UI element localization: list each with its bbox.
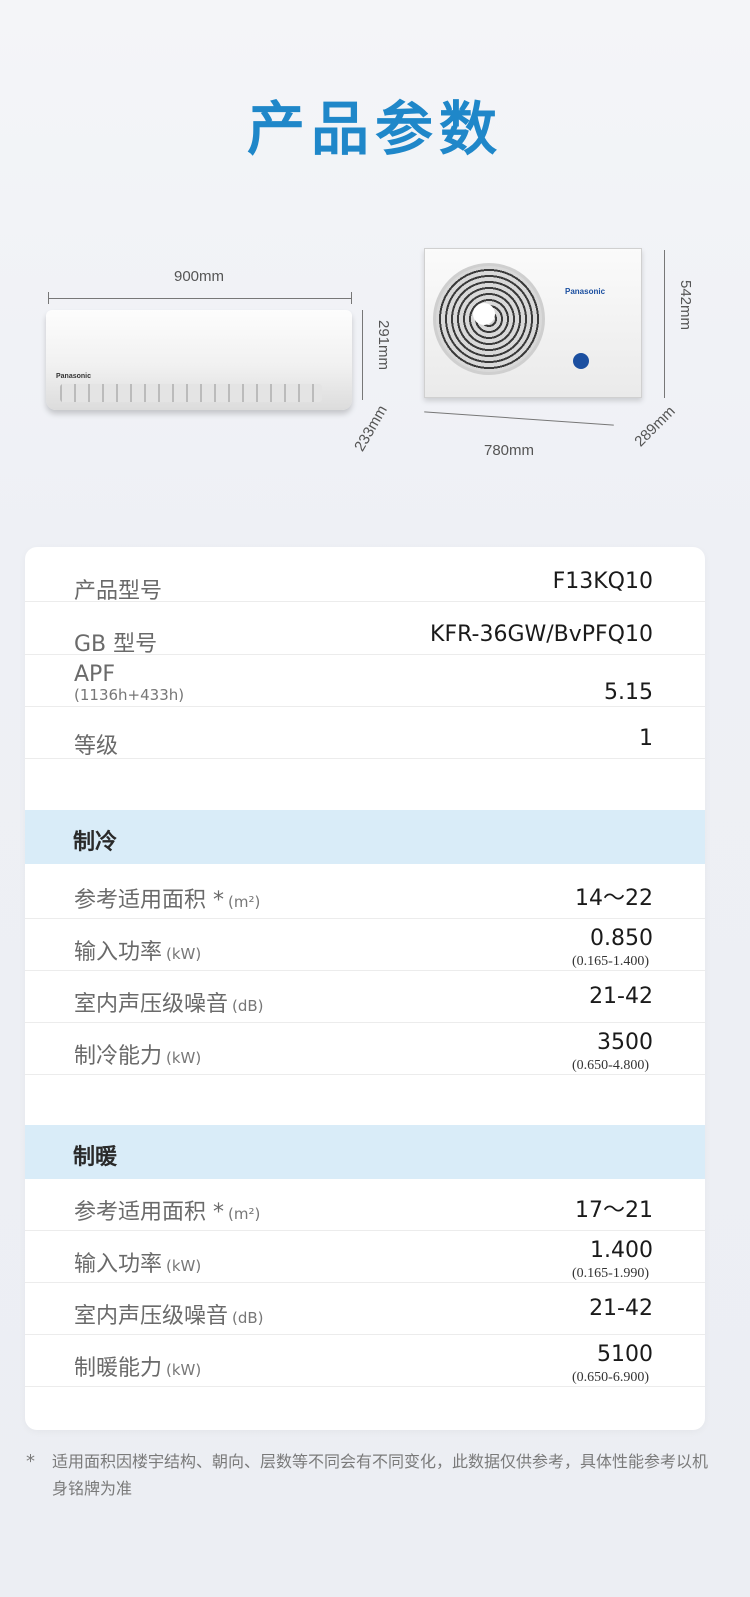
product-dimension-illustration: 900mm 291mm 233mm Panasonic Panasonic 54… <box>0 240 750 470</box>
outdoor-width-line <box>424 411 614 426</box>
dim-tick <box>351 292 352 304</box>
heating-spec-row: 参考适用面积 * (m²) 17～21 <box>25 1178 705 1231</box>
spec-row-apf: APF (1136h+433h) 5.15 <box>25 660 705 710</box>
spec-label-text: 制冷能力 <box>74 1044 163 1069</box>
spec-label: 等级 <box>74 734 119 759</box>
brand-emblem <box>573 353 589 369</box>
spec-value: KFR-36GW/BvPFQ10 <box>430 622 653 647</box>
spec-value: F13KQ10 <box>552 569 653 594</box>
brand-logo: Panasonic <box>56 373 92 380</box>
spec-label-text: 参考适用面积 * <box>74 888 224 913</box>
section-header-cooling: 制冷 <box>25 810 705 864</box>
heating-spec-row: 室内声压级噪音 (dB) 21-42 <box>25 1282 705 1335</box>
outdoor-unit-image: Panasonic <box>424 248 642 398</box>
divider <box>25 1386 705 1387</box>
spec-label: 制冷能力 (kW) <box>74 1038 201 1070</box>
spec-unit: (m²) <box>228 1205 261 1223</box>
spec-label-text: 室内声压级噪音 <box>74 1304 229 1329</box>
outdoor-height-line <box>664 250 665 398</box>
spec-label-text: 输入功率 <box>74 1252 163 1277</box>
spec-value: 1 <box>639 726 653 751</box>
heating-spec-row: 输入功率 (kW) 1.400 (0.165-1.990) <box>25 1230 705 1283</box>
spec-value: 5100 <box>597 1342 653 1367</box>
spec-label: 室内声压级噪音 (dB) <box>74 986 264 1018</box>
cooling-spec-row: 室内声压级噪音 (dB) 21-42 <box>25 970 705 1023</box>
section-title: 制冷 <box>73 830 118 855</box>
spec-label-text: 制暖能力 <box>74 1356 163 1381</box>
spec-label: 参考适用面积 * (m²) <box>74 1194 260 1226</box>
indoor-width-line <box>48 298 352 299</box>
spec-label-text: 输入功率 <box>74 940 163 965</box>
spec-label: 输入功率 (kW) <box>74 1246 201 1278</box>
spec-unit: (kW) <box>166 1361 202 1379</box>
divider <box>25 654 705 655</box>
spec-value-range: (0.650-6.900) <box>572 1370 649 1385</box>
spec-row-model: 产品型号 F13KQ10 <box>25 565 705 615</box>
dim-tick <box>48 292 49 304</box>
heating-spec-row: 制暖能力 (kW) 5100 (0.650-6.900) <box>25 1334 705 1387</box>
indoor-unit-image: Panasonic <box>46 310 352 410</box>
outdoor-depth-label: 289mm <box>631 402 679 451</box>
spec-label: 室内声压级噪音 (dB) <box>74 1298 264 1330</box>
divider <box>25 601 705 602</box>
spec-value: 3500 <box>597 1030 653 1055</box>
spec-unit: (m²) <box>228 893 261 911</box>
spec-unit: (dB) <box>232 1309 264 1327</box>
divider <box>25 758 705 759</box>
spec-value: 1.400 <box>590 1238 653 1263</box>
indoor-height-line <box>362 310 363 400</box>
section-header-heating: 制暖 <box>25 1125 705 1179</box>
spec-label-text: 参考适用面积 * <box>74 1200 224 1225</box>
spec-label: 制暖能力 (kW) <box>74 1350 201 1382</box>
indoor-vent <box>60 384 322 402</box>
spec-label-text: 室内声压级噪音 <box>74 992 229 1017</box>
spec-value-range: (0.165-1.400) <box>572 954 649 969</box>
spec-label: 输入功率 (kW) <box>74 934 201 966</box>
footnote-text: 适用面积因楼宇结构、朝向、层数等不同会有不同变化，此数据仅供参考，具体性能参考以… <box>52 1452 709 1498</box>
divider <box>25 706 705 707</box>
indoor-width-label: 900mm <box>174 268 225 285</box>
fan-hub <box>473 303 495 325</box>
spec-unit: (kW) <box>166 1049 202 1067</box>
page-title: 产品参数 <box>246 95 503 163</box>
cooling-spec-row: 输入功率 (kW) 0.850 (0.165-1.400) <box>25 918 705 971</box>
outdoor-width-label: 780mm <box>484 442 535 459</box>
spec-sublabel: (1136h+433h) <box>74 686 185 704</box>
spec-value: 21-42 <box>589 984 653 1009</box>
spec-value: 21-42 <box>589 1296 653 1321</box>
outdoor-brand-logo: Panasonic <box>565 287 606 296</box>
spec-value-range: (0.650-4.800) <box>572 1058 649 1073</box>
footnote-star: * <box>26 1451 35 1472</box>
spec-unit: (kW) <box>166 945 202 963</box>
outdoor-height-label: 542mm <box>677 280 694 331</box>
spec-label: APF <box>74 662 115 687</box>
divider <box>25 1074 705 1075</box>
cooling-spec-row: 参考适用面积 * (m²) 14～22 <box>25 866 705 919</box>
spec-unit: (kW) <box>166 1257 202 1275</box>
spec-value-range: (0.165-1.990) <box>572 1266 649 1281</box>
indoor-depth-label: 233mm <box>351 402 391 455</box>
spec-label: 参考适用面积 * (m²) <box>74 882 260 914</box>
cooling-spec-row: 制冷能力 (kW) 3500 (0.650-4.800) <box>25 1022 705 1075</box>
spec-value: 0.850 <box>590 926 653 951</box>
spec-value: 5.15 <box>604 680 653 705</box>
section-title: 制暖 <box>73 1145 118 1170</box>
spec-value: 17～21 <box>575 1198 653 1223</box>
spec-value: 14～22 <box>575 886 653 911</box>
indoor-height-label: 291mm <box>375 320 392 371</box>
spec-unit: (dB) <box>232 997 264 1015</box>
spec-row-grade: 等级 1 <box>25 722 705 772</box>
